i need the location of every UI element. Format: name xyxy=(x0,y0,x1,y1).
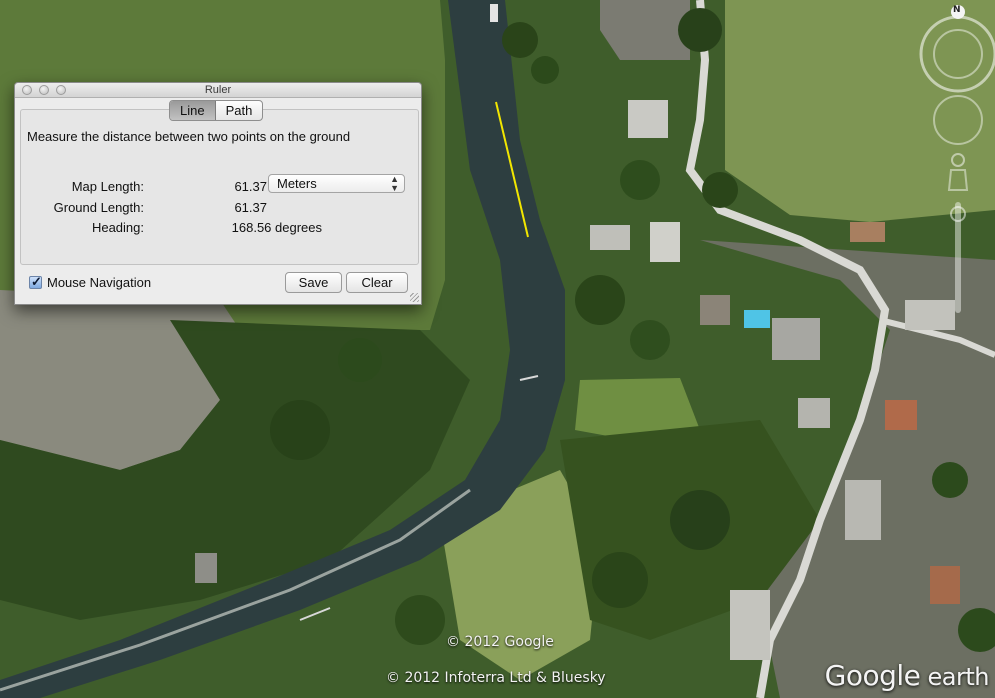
mouse-navigation-checkbox[interactable]: ✓ xyxy=(29,274,42,289)
ruler-titlebar[interactable]: Ruler xyxy=(15,83,421,98)
brand-google: Google xyxy=(824,659,921,692)
checkmark-icon: ✓ xyxy=(31,274,42,289)
tab-line[interactable]: Line xyxy=(170,101,216,120)
ruler-window: Ruler Measure the distance between two p… xyxy=(14,82,422,305)
tab-path[interactable]: Path xyxy=(216,101,263,120)
ruler-tabs: Line Path xyxy=(169,100,264,121)
window-title: Ruler xyxy=(204,84,232,96)
heading-value: 168.56 degrees xyxy=(231,220,322,235)
resize-grip-icon[interactable] xyxy=(410,293,419,302)
mouse-navigation-label: Mouse Navigation xyxy=(47,275,152,290)
heading-label: Heading: xyxy=(91,220,144,235)
map-length-value: 61.37 xyxy=(234,179,267,194)
mouse-navigation-option[interactable]: ✓ Mouse Navigation xyxy=(29,274,152,290)
clear-button[interactable]: Clear xyxy=(346,272,408,293)
brand-earth: earth xyxy=(920,663,990,691)
map-length-label: Map Length: xyxy=(71,179,144,194)
nav-controls-graphic xyxy=(919,5,995,313)
ground-length-value: 61.37 xyxy=(234,200,267,215)
navigation-controls: N xyxy=(915,0,995,320)
credit-infoterra: © 2012 Infoterra Ltd & Bluesky xyxy=(386,670,606,686)
units-select[interactable]: Meters ▲ ▼ xyxy=(268,174,405,193)
units-selected-value: Meters xyxy=(277,176,317,191)
save-button[interactable]: Save xyxy=(285,272,342,293)
ground-length-label: Ground Length: xyxy=(53,200,144,215)
compass-north-label[interactable]: N xyxy=(953,5,961,15)
credit-google: © 2012 Google xyxy=(446,634,554,650)
select-arrows-icon: ▲ ▼ xyxy=(390,174,399,193)
measure-description: Measure the distance between two points … xyxy=(27,129,351,144)
google-earth-logo: Google earth xyxy=(824,659,990,692)
